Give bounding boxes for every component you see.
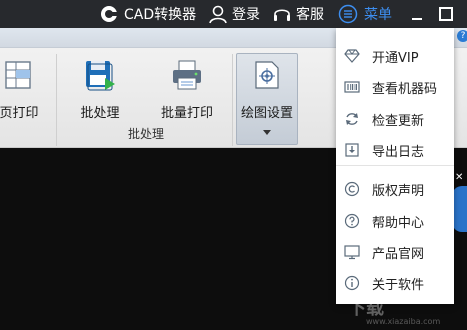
minimize-icon xyxy=(412,18,422,20)
menu-button[interactable]: 菜单 xyxy=(338,0,392,28)
batch-save-icon xyxy=(86,61,115,91)
menu-item-label: 查看机器码 xyxy=(372,82,438,97)
menu-item-machine-code[interactable]: 查看机器码 xyxy=(336,71,454,103)
cad-converter-brand[interactable]: CAD转换器 xyxy=(100,0,196,28)
ribbon-separator xyxy=(232,54,233,146)
user-icon xyxy=(209,5,227,24)
login-button[interactable]: 登录 xyxy=(208,0,260,28)
menu-item-label: 版权声明 xyxy=(372,184,425,199)
headset-icon xyxy=(274,9,290,21)
menu-item-check-update[interactable]: 检查更新 xyxy=(336,103,454,135)
menu-item-copyright[interactable]: 版权声明 xyxy=(336,173,454,205)
drawing-settings-icon xyxy=(255,61,279,89)
login-label: 登录 xyxy=(232,7,260,23)
printer-icon xyxy=(173,60,201,90)
batch-print-label: 批量打印 xyxy=(160,106,213,121)
service-label: 客服 xyxy=(296,7,324,23)
maximize-icon xyxy=(439,7,453,21)
refresh-icon xyxy=(346,113,358,125)
help-icon xyxy=(344,213,360,229)
export-log-icon xyxy=(345,143,359,157)
menu-item-label: 产品官网 xyxy=(372,247,425,262)
menu-item-label: 开通VIP xyxy=(372,51,419,66)
menu-item-label: 导出日志 xyxy=(372,145,425,160)
title-bar: CAD转换器 登录 客服 菜单 xyxy=(0,0,467,28)
copyright-icon xyxy=(344,181,360,197)
close-side-icon[interactable]: ✕ xyxy=(455,172,463,183)
batch-process-button[interactable]: 批处理 xyxy=(74,54,126,142)
menu-list-icon xyxy=(338,4,358,24)
menu-item-official-site[interactable]: 产品官网 xyxy=(336,236,454,268)
menu-label: 菜单 xyxy=(364,7,392,23)
help-badge-icon[interactable]: ? xyxy=(457,30,467,42)
maximize-button[interactable] xyxy=(438,0,454,28)
batch-process-label: 批处理 xyxy=(80,106,120,121)
watermark-url: www.xiazaiba.com xyxy=(366,317,441,326)
info-icon xyxy=(344,275,360,291)
menu-item-label: 帮助中心 xyxy=(372,216,425,231)
menu-item-label: 检查更新 xyxy=(372,114,425,129)
main-menu-dropdown: 开通VIP 查看机器码 检查更新 导出日志 版权声明 帮助中心 产品官网 关于软… xyxy=(336,28,454,304)
drawing-settings-button[interactable]: 绘图设置 xyxy=(236,54,298,142)
menu-divider xyxy=(336,165,454,166)
minimize-button[interactable] xyxy=(409,0,425,28)
page-print-icon xyxy=(5,61,31,89)
service-button[interactable]: 客服 xyxy=(272,0,324,28)
menu-item-label: 关于软件 xyxy=(372,278,425,293)
menu-item-open-vip[interactable]: 开通VIP xyxy=(336,40,454,72)
drawing-settings-label: 绘图设置 xyxy=(240,106,293,121)
side-float-button[interactable] xyxy=(452,186,467,232)
batch-group-label: 批处理 xyxy=(128,127,165,141)
ribbon-separator xyxy=(56,54,57,146)
cad-logo-icon xyxy=(101,6,117,22)
menu-item-export-log[interactable]: 导出日志 xyxy=(336,134,454,166)
monitor-icon xyxy=(344,245,360,260)
dropdown-arrow-icon xyxy=(263,130,271,135)
menu-item-help-center[interactable]: 帮助中心 xyxy=(336,205,454,237)
barcode-icon xyxy=(344,81,360,93)
batch-print-button[interactable]: 批量打印 xyxy=(156,54,218,142)
app-title: CAD转换器 xyxy=(124,7,197,23)
page-print-button[interactable]: 页打印 xyxy=(0,54,44,142)
page-print-label: 页打印 xyxy=(0,106,39,121)
diamond-icon xyxy=(344,49,360,63)
